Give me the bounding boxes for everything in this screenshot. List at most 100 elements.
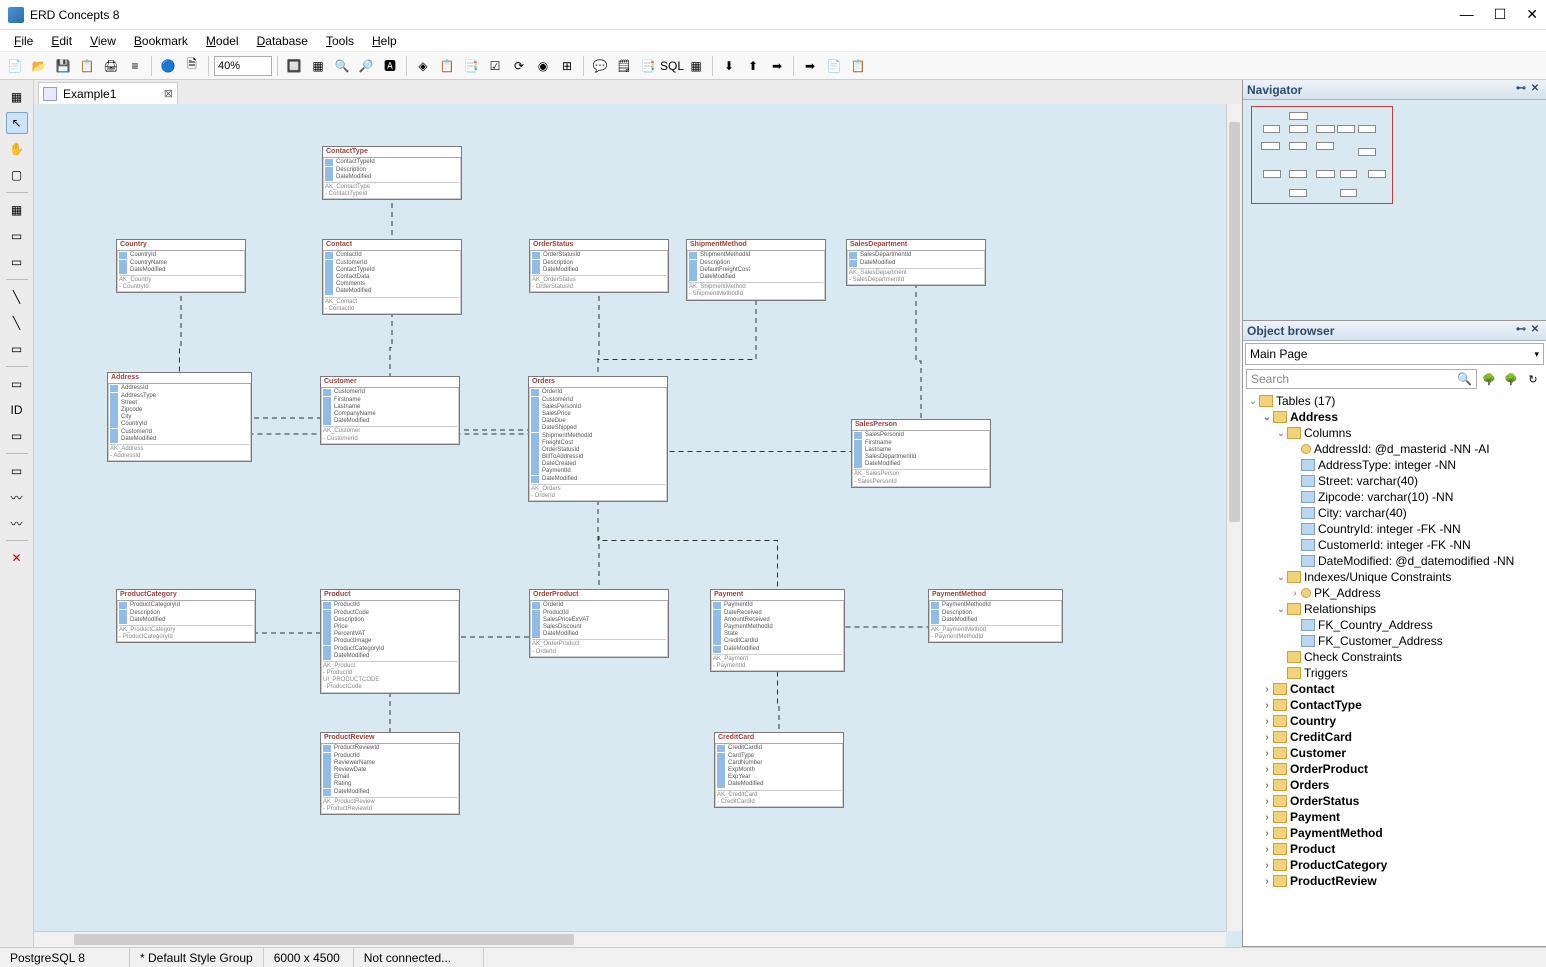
toolbar-button[interactable]: ▦ <box>307 55 329 77</box>
menu-edit[interactable]: Edit <box>43 32 80 50</box>
entity-contacttype[interactable]: ContactTypeContactTypeIdDescriptionDateM… <box>322 146 462 200</box>
tree-twisty-icon[interactable]: › <box>1261 684 1273 695</box>
menu-tools[interactable]: Tools <box>318 32 362 50</box>
tree-node[interactable]: ›PK_Address <box>1247 585 1546 601</box>
object-tree[interactable]: ⌄Tables (17)⌄Address⌄ColumnsAddressId: @… <box>1243 391 1546 946</box>
toolbar-button[interactable]: ◈ <box>412 55 434 77</box>
entity-productcategory[interactable]: ProductCategoryProductCategoryIdDescript… <box>116 589 256 643</box>
tree-twisty-icon[interactable]: › <box>1261 828 1273 839</box>
close-button[interactable]: ✕ <box>1526 6 1538 23</box>
tool-button[interactable]: ▭ <box>6 251 28 273</box>
toolbar-button[interactable]: 🔵 <box>157 55 179 77</box>
tree-node[interactable]: Street: varchar(40) <box>1247 473 1546 489</box>
entity-salesperson[interactable]: SalesPersonSalesPersonIdFirstnameLastnam… <box>851 419 991 488</box>
navigator-viewport[interactable] <box>1251 106 1393 204</box>
tree-twisty-icon[interactable]: › <box>1261 796 1273 807</box>
tree-tool-icon[interactable]: 🌳 <box>1479 369 1499 389</box>
menu-model[interactable]: Model <box>198 32 247 50</box>
toolbar-button[interactable]: 📑 <box>460 55 482 77</box>
tree-node[interactable]: ⌄Tables (17) <box>1247 393 1546 409</box>
tree-twisty-icon[interactable]: ⌄ <box>1247 396 1259 407</box>
tree-node[interactable]: ⌄Relationships <box>1247 601 1546 617</box>
toolbar-button[interactable]: 📄 <box>4 55 26 77</box>
tree-twisty-icon[interactable]: › <box>1261 764 1273 775</box>
panel-close-icon[interactable]: ✕ <box>1528 83 1542 97</box>
search-icon[interactable]: 🔍 <box>1457 372 1472 386</box>
toolbar-button[interactable]: 📋 <box>847 55 869 77</box>
panel-close-icon[interactable]: ✕ <box>1528 324 1542 338</box>
tree-node[interactable]: ›OrderStatus <box>1247 793 1546 809</box>
tree-twisty-icon[interactable]: ⌄ <box>1261 412 1273 423</box>
toolbar-button[interactable]: 🖨 <box>100 55 122 77</box>
tool-button[interactable]: ▭ <box>6 338 28 360</box>
entity-creditcard[interactable]: CreditCardCreditCardIdCardTypeCardNumber… <box>714 732 844 808</box>
diagram-tab[interactable]: Example1 ⊠ <box>38 82 178 104</box>
scroll-thumb[interactable] <box>1229 122 1240 522</box>
toolbar-button[interactable]: 💾 <box>52 55 74 77</box>
toolbar-button[interactable]: ≡ <box>124 55 146 77</box>
tree-node[interactable]: ›Country <box>1247 713 1546 729</box>
tree-node[interactable]: ›ContactType <box>1247 697 1546 713</box>
toolbar-button[interactable]: SQL <box>661 55 683 77</box>
toolbar-button[interactable]: ⬆ <box>742 55 764 77</box>
scroll-thumb[interactable] <box>74 934 574 945</box>
minimize-button[interactable]: — <box>1460 6 1474 23</box>
tree-node[interactable]: Triggers <box>1247 665 1546 681</box>
tree-node[interactable]: CountryId: integer -FK -NN <box>1247 521 1546 537</box>
toolbar-button[interactable]: 🔍 <box>331 55 353 77</box>
tree-node[interactable]: ›Payment <box>1247 809 1546 825</box>
tree-node[interactable]: ›ProductCategory <box>1247 857 1546 873</box>
tree-node[interactable]: CustomerId: integer -FK -NN <box>1247 537 1546 553</box>
vertical-scrollbar[interactable] <box>1226 104 1242 931</box>
toolbar-button[interactable]: 📋 <box>436 55 458 77</box>
toolbar-button[interactable]: 📋 <box>76 55 98 77</box>
tree-twisty-icon[interactable]: ⌄ <box>1275 604 1287 615</box>
tool-button[interactable]: ▦ <box>6 86 28 108</box>
tree-twisty-icon[interactable]: › <box>1261 876 1273 887</box>
tree-twisty-icon[interactable]: › <box>1261 780 1273 791</box>
entity-product[interactable]: ProductProductIdProductCodeDescriptionPr… <box>320 589 460 694</box>
menu-file[interactable]: File <box>6 32 41 50</box>
toolbar-button[interactable]: ◉ <box>532 55 554 77</box>
tree-twisty-icon[interactable]: › <box>1261 732 1273 743</box>
tree-node[interactable]: ›Product <box>1247 841 1546 857</box>
tree-node[interactable]: ›Orders <box>1247 777 1546 793</box>
object-browser-page-select[interactable]: Main Page ▾ <box>1245 343 1544 365</box>
toolbar-button[interactable]: 🗒 <box>613 55 635 77</box>
menu-database[interactable]: Database <box>249 32 316 50</box>
menu-view[interactable]: View <box>82 32 124 50</box>
tree-node[interactable]: ⌄Columns <box>1247 425 1546 441</box>
tree-node[interactable]: DateModified: @d_datemodified -NN <box>1247 553 1546 569</box>
tree-twisty-icon[interactable]: › <box>1261 748 1273 759</box>
tree-twisty-icon[interactable]: › <box>1261 860 1273 871</box>
entity-contact[interactable]: ContactContactIdCustomerIdContactTypeIdC… <box>322 239 462 315</box>
tree-node[interactable]: ›OrderProduct <box>1247 761 1546 777</box>
tree-node[interactable]: ›Contact <box>1247 681 1546 697</box>
tool-button[interactable]: ▭ <box>6 225 28 247</box>
toolbar-button[interactable]: ⊞ <box>556 55 578 77</box>
tool-button[interactable]: ╲ <box>6 312 28 334</box>
toolbar-button[interactable]: 💬 <box>589 55 611 77</box>
tree-node[interactable]: Check Constraints <box>1247 649 1546 665</box>
tab-close-icon[interactable]: ⊠ <box>164 87 173 100</box>
tool-button[interactable]: ID <box>6 399 28 421</box>
tool-button[interactable]: ▭ <box>6 425 28 447</box>
tool-button[interactable]: ▦ <box>6 199 28 221</box>
tool-button[interactable]: ▭ <box>6 373 28 395</box>
tree-twisty-icon[interactable]: ⌄ <box>1275 572 1287 583</box>
entity-orders[interactable]: OrdersOrderIdCustomerIdSalesPersonIdSale… <box>528 376 668 502</box>
toolbar-button[interactable]: 🔎 <box>355 55 377 77</box>
toolbar-button[interactable]: ☑ <box>484 55 506 77</box>
panel-pin-icon[interactable]: ⊷ <box>1514 324 1528 338</box>
tree-twisty-icon[interactable]: › <box>1261 716 1273 727</box>
entity-paymentmethod[interactable]: PaymentMethodPaymentMethodIdDescriptionD… <box>928 589 1063 643</box>
zoom-select[interactable] <box>214 56 272 76</box>
navigator-body[interactable] <box>1243 100 1546 320</box>
tree-node[interactable]: AddressId: @d_masterid -NN -AI <box>1247 441 1546 457</box>
tree-node[interactable]: FK_Customer_Address <box>1247 633 1546 649</box>
toolbar-button[interactable]: ⬇ <box>718 55 740 77</box>
toolbar-button[interactable]: 🔲 <box>283 55 305 77</box>
entity-shipmentmethod[interactable]: ShipmentMethodShipmentMethodIdDescriptio… <box>686 239 826 301</box>
tree-twisty-icon[interactable]: ⌄ <box>1275 428 1287 439</box>
tree-twisty-icon[interactable]: › <box>1261 844 1273 855</box>
